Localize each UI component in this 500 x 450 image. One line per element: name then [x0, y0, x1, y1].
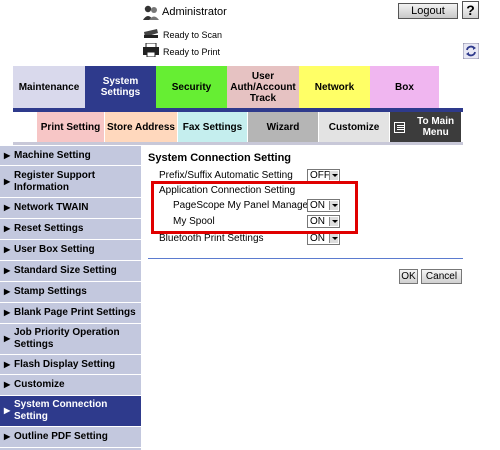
administrator-icon	[143, 5, 159, 20]
subtab-divider	[13, 142, 463, 145]
sidebar-item-label: Outline PDF Setting	[14, 431, 108, 442]
content-divider	[148, 258, 463, 259]
sidebar-item-reset-settings[interactable]: ▶ Reset Settings	[0, 219, 141, 240]
sidebar-item-label: Stamp Settings	[14, 286, 87, 297]
sidebar-item-label: Network TWAIN	[14, 202, 89, 213]
sidebar-item-flash-display-setting[interactable]: ▶ Flash Display Setting	[0, 355, 141, 375]
sidebar-item-machine-setting[interactable]: ▶ Machine Setting	[0, 146, 141, 166]
refresh-icon[interactable]	[463, 43, 479, 59]
tab-box[interactable]: Box	[370, 66, 439, 108]
sidebar-item-label: Job Priority Operation Settings	[14, 327, 120, 350]
sidebar-item-system-connection-setting[interactable]: ▶ System Connection Setting	[0, 396, 141, 427]
sidebar-item-standard-size-setting[interactable]: ▶ Standard Size Setting	[0, 261, 141, 282]
sidebar: ▶ Machine Setting ▶ Register Support Infor…	[0, 146, 141, 450]
bluetooth-print-value: ON	[310, 233, 325, 244]
sidebar-item-label: System Connection Setting	[14, 399, 108, 422]
sidebar-item-job-priority-operation-settings[interactable]: ▶ Job Priority Operation Settings	[0, 324, 141, 355]
to-main-menu-button[interactable]: To Main Menu	[390, 112, 462, 142]
arrow-right-icon: ▶	[4, 176, 11, 186]
prefix-suffix-label: Prefix/Suffix Automatic Setting	[159, 170, 293, 181]
arrow-right-icon: ▶	[4, 406, 11, 415]
arrow-right-icon: ▶	[4, 266, 11, 275]
arrow-right-icon: ▶	[4, 224, 11, 233]
arrow-right-icon: ▶	[4, 287, 11, 296]
sidebar-item-customize[interactable]: ▶ Customize	[0, 375, 141, 396]
bluetooth-print-label: Bluetooth Print Settings	[159, 233, 264, 244]
tab-network[interactable]: Network	[299, 66, 370, 108]
printer-icon	[143, 43, 159, 57]
chevron-down-icon	[329, 234, 338, 243]
tab-maintenance[interactable]: Maintenance	[13, 66, 85, 108]
arrow-right-icon: ▶	[4, 380, 11, 389]
scanner-icon	[144, 29, 158, 38]
logout-button[interactable]: Logout	[398, 3, 458, 19]
arrow-right-icon: ▶	[4, 245, 11, 254]
subtab-store-address[interactable]: Store Address	[105, 112, 178, 142]
arrow-right-icon: ▶	[4, 432, 11, 441]
sidebar-item-label: Register Support Information	[14, 169, 96, 193]
print-status: Ready to Print	[163, 47, 221, 57]
sidebar-item-label: User Box Setting	[14, 244, 95, 255]
cancel-button[interactable]: Cancel	[421, 269, 462, 284]
chevron-down-icon	[329, 171, 338, 180]
arrow-right-icon: ▶	[4, 334, 11, 343]
subtab-wizard[interactable]: Wizard	[248, 112, 319, 142]
scan-status: Ready to Scan	[163, 30, 223, 40]
sidebar-item-label: Reset Settings	[14, 223, 84, 234]
sidebar-item-label: Customize	[14, 379, 65, 390]
subtab-fax-settings[interactable]: Fax Settings	[178, 112, 248, 142]
sidebar-item-network-twain[interactable]: ▶ Network TWAIN	[0, 198, 141, 219]
arrow-right-icon: ▶	[4, 308, 11, 317]
tab-security[interactable]: Security	[156, 66, 227, 108]
arrow-right-icon: ▶	[4, 203, 11, 212]
arrow-right-icon: ▶	[4, 359, 11, 369]
tab-user-auth-account-track[interactable]: User Auth/Account Track	[227, 66, 299, 108]
sidebar-item-register-support-information[interactable]: ▶ Register Support Information	[0, 166, 141, 198]
sidebar-item-blank-page-print-settings[interactable]: ▶ Blank Page Print Settings	[0, 303, 141, 324]
subtab-customize[interactable]: Customize	[319, 112, 390, 142]
to-main-menu-label: To Main Menu	[417, 116, 455, 138]
subtab-print-setting[interactable]: Print Setting	[37, 112, 105, 142]
sidebar-item-label: Flash Display Setting	[14, 358, 116, 370]
prefix-suffix-value: OFF	[310, 170, 330, 181]
sidebar-item-label: Standard Size Setting	[14, 265, 117, 276]
arrow-right-icon: ▶	[4, 150, 11, 160]
tab-system-settings[interactable]: System Settings	[85, 66, 156, 108]
sidebar-item-stamp-settings[interactable]: ▶ Stamp Settings	[0, 282, 141, 303]
sidebar-item-outline-pdf-setting[interactable]: ▶ Outline PDF Setting	[0, 427, 141, 448]
main-menu-icon	[394, 121, 406, 133]
help-button[interactable]: ?	[462, 1, 479, 19]
ok-button[interactable]: OK	[399, 269, 418, 284]
highlight-frame	[151, 181, 358, 234]
sidebar-item-label: Blank Page Print Settings	[14, 307, 136, 318]
user-name: Administrator	[162, 6, 227, 18]
sidebar-item-label: Machine Setting	[14, 149, 91, 161]
sidebar-item-user-box-setting[interactable]: ▶ User Box Setting	[0, 240, 141, 261]
page-title: System Connection Setting	[148, 152, 292, 164]
